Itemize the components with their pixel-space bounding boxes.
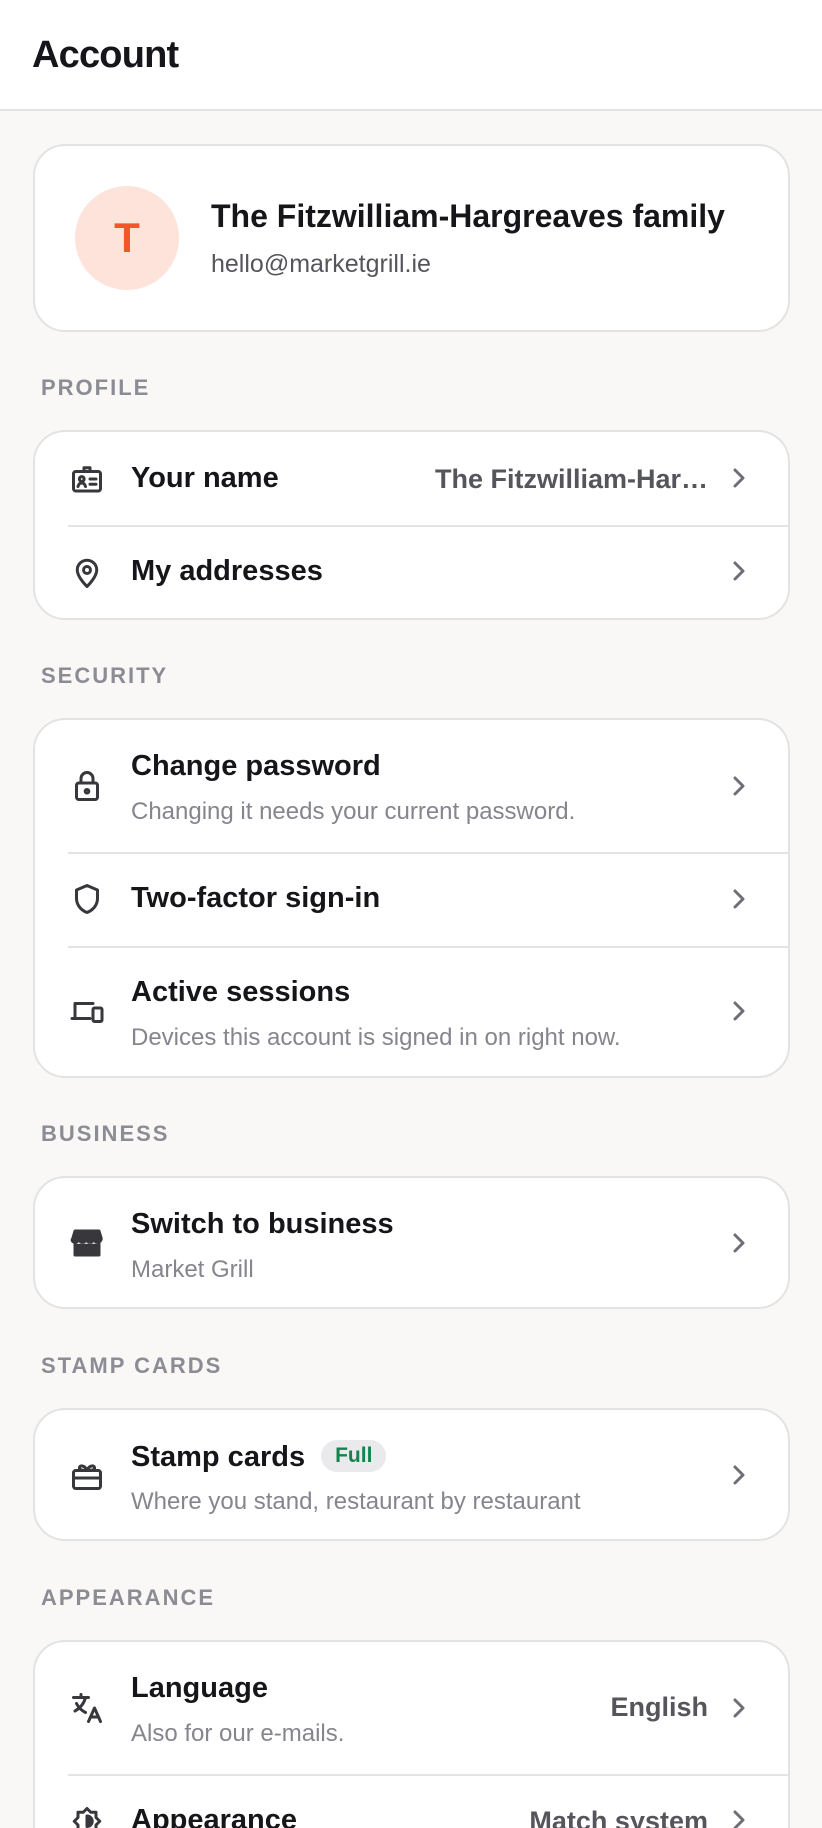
- language-subtitle: Also for our e-mails.: [131, 1720, 345, 1747]
- store-icon: [67, 1223, 107, 1263]
- active-sessions-label: Active sessions: [131, 976, 351, 1008]
- avatar: T: [75, 186, 179, 290]
- id-card-icon: [67, 459, 107, 499]
- chevron-right-icon: [728, 1460, 750, 1490]
- appearance-value: Match system: [529, 1806, 708, 1828]
- section-label-appearance: APPEARANCE: [41, 1585, 216, 1610]
- change-password-label: Change password: [131, 750, 381, 782]
- section-label-business: BUSINESS: [41, 1121, 170, 1146]
- change-password-subtitle: Changing it needs your current password.: [131, 798, 576, 825]
- profile-email: hello@marketgrill.ie: [211, 250, 431, 278]
- profile-section-card: Your name The Fitzwilliam-Har… My addres…: [33, 430, 790, 620]
- stamp-cards-subtitle: Where you stand, restaurant by restauran…: [131, 1488, 581, 1515]
- chevron-right-icon: [728, 771, 750, 801]
- switch-business-label: Switch to business: [131, 1208, 394, 1240]
- your-name-value: The Fitzwilliam-Har…: [434, 464, 708, 494]
- devices-icon: [67, 991, 107, 1031]
- appearance-row[interactable]: Appearance Match system: [35, 1774, 788, 1828]
- contrast-icon: [67, 1802, 107, 1828]
- chevron-right-icon: [728, 463, 750, 493]
- map-pin-icon: [67, 553, 107, 593]
- stamp-cards-label-wrap: Stamp cards Full: [131, 1440, 387, 1474]
- active-sessions-row[interactable]: Active sessions Devices this account is …: [35, 946, 788, 1076]
- business-section-card: Switch to business Market Grill: [33, 1176, 790, 1309]
- section-label-profile: PROFILE: [41, 375, 151, 400]
- profile-name: The Fitzwilliam-Hargreaves family: [211, 198, 725, 234]
- your-name-label: Your name: [131, 462, 279, 494]
- addresses-label: My addresses: [131, 555, 323, 587]
- chevron-right-icon: [728, 1693, 750, 1723]
- two-factor-label: Two-factor sign-in: [131, 882, 381, 914]
- stamp-cards-label: Stamp cards: [131, 1441, 306, 1473]
- addresses-row[interactable]: My addresses: [35, 525, 788, 618]
- shield-icon: [67, 879, 107, 919]
- app-header: Account: [0, 0, 822, 111]
- status-badge: Full: [321, 1440, 387, 1472]
- switch-business-subtitle: Market Grill: [131, 1256, 254, 1283]
- profile-card: T The Fitzwilliam-Hargreaves family hell…: [33, 144, 790, 332]
- stamp-cards-section-card: Stamp cards Full Where you stand, restaur…: [33, 1408, 790, 1541]
- chevron-right-icon: [728, 556, 750, 586]
- chevron-right-icon: [728, 996, 750, 1026]
- section-label-stamp-cards: STAMP CARDS: [41, 1353, 223, 1378]
- lock-icon: [67, 766, 107, 806]
- language-label: Language: [131, 1672, 268, 1704]
- language-row[interactable]: Language Also for our e-mails. English: [35, 1642, 788, 1774]
- chevron-right-icon: [728, 1805, 750, 1828]
- active-sessions-subtitle: Devices this account is signed in on rig…: [131, 1024, 621, 1051]
- chevron-right-icon: [728, 884, 750, 914]
- section-label-security: SECURITY: [41, 663, 169, 688]
- translate-icon: [67, 1688, 107, 1728]
- switch-business-row[interactable]: Switch to business Market Grill: [35, 1178, 788, 1307]
- stamp-cards-row[interactable]: Stamp cards Full Where you stand, restaur…: [35, 1410, 788, 1539]
- appearance-label: Appearance: [131, 1804, 298, 1828]
- chevron-right-icon: [728, 1228, 750, 1258]
- change-password-row[interactable]: Change password Changing it needs your c…: [35, 720, 788, 852]
- gift-card-icon: [67, 1455, 107, 1495]
- security-section-card: Change password Changing it needs your c…: [33, 718, 790, 1078]
- appearance-section-card: Language Also for our e-mails. English A…: [33, 1640, 790, 1828]
- page-title: Account: [32, 34, 179, 76]
- language-value: English: [610, 1692, 708, 1722]
- two-factor-row[interactable]: Two-factor sign-in: [35, 852, 788, 946]
- your-name-row[interactable]: Your name The Fitzwilliam-Har…: [35, 432, 788, 525]
